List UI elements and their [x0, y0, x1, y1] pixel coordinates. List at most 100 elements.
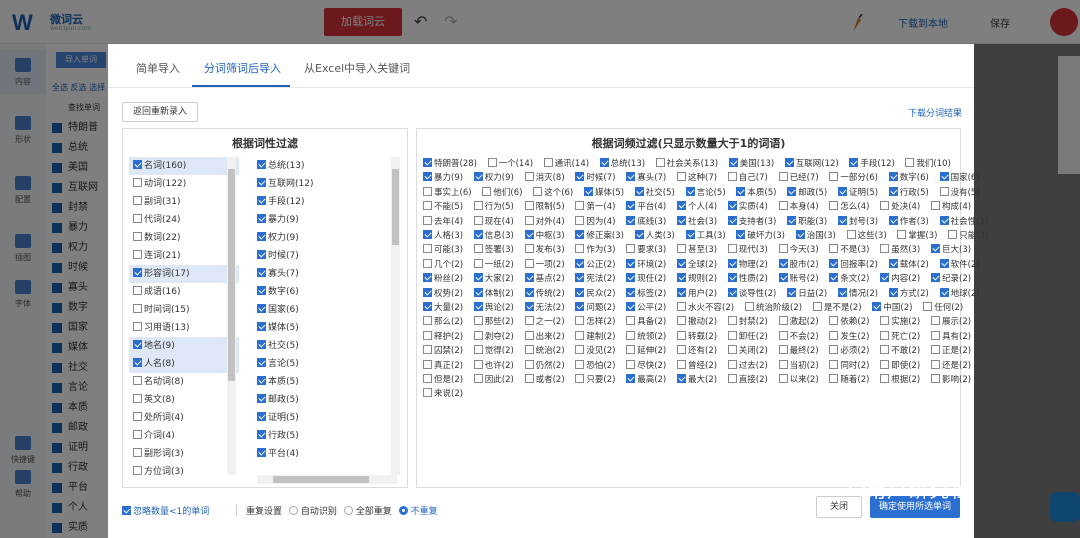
freq-word[interactable]: 过去(2) [727, 359, 768, 373]
freq-word[interactable]: 全球(2) [677, 258, 717, 272]
freq-word[interactable]: 规则(2) [677, 272, 717, 286]
checkbox[interactable] [888, 186, 898, 196]
freq-word[interactable]: 去年(4) [423, 215, 463, 229]
checkbox[interactable] [575, 287, 585, 297]
freq-word[interactable]: 一纸(2) [473, 258, 514, 272]
checkbox[interactable] [727, 201, 737, 211]
checkbox[interactable] [423, 388, 432, 398]
freq-word[interactable]: 直接(2) [727, 373, 768, 387]
freq-word[interactable]: 巨大(3) [931, 243, 971, 257]
freq-word[interactable]: 媒体(5) [584, 186, 624, 200]
checkbox[interactable] [829, 172, 839, 182]
checkbox[interactable] [634, 230, 644, 239]
freq-word[interactable]: 可能(3) [423, 243, 463, 257]
checkbox[interactable] [257, 196, 266, 205]
checkbox[interactable] [677, 215, 686, 225]
pos-row[interactable]: 名动词(8) [129, 373, 239, 391]
pos-row[interactable]: 习用语(13) [129, 319, 239, 337]
freq-word[interactable]: 发生(2) [829, 330, 869, 344]
checkbox[interactable] [575, 359, 585, 369]
freq-word[interactable]: 工具(3) [685, 229, 726, 243]
freq-word[interactable]: 不敢(2) [880, 344, 920, 358]
tab-segment-import[interactable]: 分词筛词后导入 [204, 60, 281, 76]
dedup-none-radio[interactable] [398, 506, 408, 515]
freq-word[interactable]: 通讯(14) [543, 157, 589, 171]
checkbox[interactable] [257, 214, 266, 223]
checkbox[interactable] [133, 430, 142, 439]
freq-word[interactable]: 国家(6) [939, 171, 980, 185]
checkbox[interactable] [939, 172, 949, 182]
freq-word[interactable]: 同时(2) [829, 359, 869, 373]
freq-word[interactable]: 或者(2) [524, 373, 565, 387]
freq-word[interactable]: 公平(2) [626, 301, 666, 315]
checkbox[interactable] [677, 345, 686, 355]
freq-word[interactable]: 作者(3) [888, 215, 929, 229]
checkbox[interactable] [257, 160, 266, 169]
freq-word[interactable]: 依赖(2) [829, 315, 869, 329]
checkbox[interactable] [423, 316, 432, 326]
freq-word[interactable]: 修正案(3) [575, 229, 624, 243]
freq-word[interactable]: 统领(2) [626, 330, 666, 344]
checkbox[interactable] [939, 287, 949, 297]
freq-word[interactable]: 特朗普(28) [423, 157, 477, 171]
freq-word[interactable]: 股市(2) [778, 258, 819, 272]
freq-word[interactable]: 方式(2) [888, 287, 929, 301]
checkbox[interactable] [849, 158, 859, 167]
checkbox[interactable] [626, 201, 636, 211]
freq-word[interactable]: 物理(2) [727, 258, 768, 272]
checkbox[interactable] [939, 186, 949, 196]
checkbox[interactable] [728, 158, 738, 167]
freq-word[interactable]: 传统(2) [524, 287, 565, 301]
checkbox[interactable] [727, 316, 737, 326]
freq-word[interactable]: 事实上(6) [423, 186, 472, 200]
checkbox[interactable] [423, 186, 432, 196]
checkbox[interactable] [829, 273, 839, 283]
checkbox[interactable] [880, 244, 890, 254]
checkbox[interactable] [677, 302, 686, 311]
checkbox[interactable] [829, 316, 839, 326]
checkbox[interactable] [626, 345, 636, 355]
checkbox[interactable] [931, 273, 940, 283]
freq-word[interactable]: 正是(2) [931, 344, 971, 358]
freq-word[interactable]: 实质(4) [727, 200, 768, 214]
pos-scrollbar[interactable] [227, 157, 236, 475]
checkbox[interactable] [257, 304, 266, 313]
freq-word[interactable]: 激起(2) [778, 315, 819, 329]
checkbox[interactable] [795, 230, 805, 239]
freq-word[interactable]: 内容(2) [880, 272, 920, 286]
checkbox[interactable] [133, 466, 142, 475]
checkbox[interactable] [897, 230, 907, 239]
checkbox[interactable] [257, 340, 266, 349]
checkbox[interactable] [257, 358, 266, 367]
checkbox[interactable] [626, 302, 636, 311]
freq-word[interactable]: 那么(2) [423, 315, 463, 329]
pos-word-row[interactable]: 邮政(5) [253, 391, 393, 409]
checkbox[interactable] [829, 201, 839, 211]
checkbox[interactable] [575, 172, 585, 182]
freq-word[interactable]: 一个(14) [487, 157, 533, 171]
pos-word-row[interactable]: 言论(5) [253, 355, 393, 373]
pos-row[interactable]: 人名(8) [129, 355, 239, 373]
checkbox[interactable] [524, 345, 534, 355]
freq-word[interactable]: 性质(2) [727, 272, 768, 286]
checkbox[interactable] [838, 287, 847, 297]
checkbox[interactable] [133, 250, 142, 259]
checkbox[interactable] [677, 244, 686, 254]
freq-word[interactable]: 体制(2) [473, 287, 514, 301]
checkbox[interactable] [257, 322, 266, 331]
checkbox[interactable] [872, 302, 882, 311]
checkbox[interactable] [778, 244, 788, 254]
freq-word[interactable]: 因为(4) [575, 215, 615, 229]
freq-word[interactable]: 社会关系(13) [655, 157, 718, 171]
checkbox[interactable] [257, 430, 266, 439]
checkbox[interactable] [133, 160, 142, 169]
freq-word[interactable]: 社交(5) [634, 186, 675, 200]
checkbox[interactable] [880, 359, 890, 369]
checkbox[interactable] [524, 201, 534, 211]
freq-word[interactable]: 关闭(2) [727, 344, 768, 358]
freq-word[interactable]: 支持者(3) [727, 215, 776, 229]
checkbox[interactable] [778, 374, 788, 383]
pos-row[interactable]: 代词(24) [129, 211, 239, 229]
checkbox[interactable] [524, 258, 534, 268]
checkbox[interactable] [829, 244, 839, 254]
